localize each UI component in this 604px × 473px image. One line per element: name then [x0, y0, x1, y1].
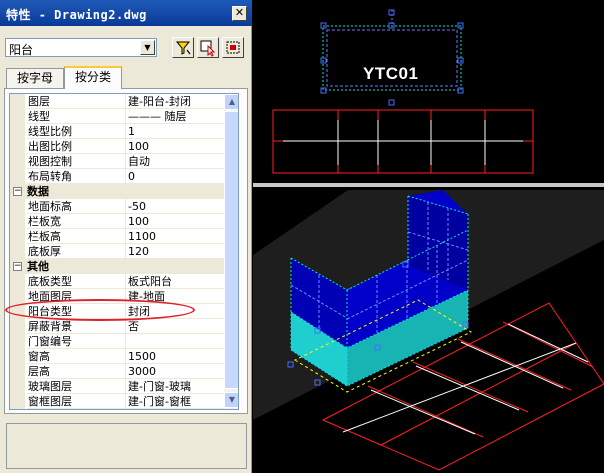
property-name: 屏蔽背景: [27, 319, 125, 334]
description-pane: [6, 423, 247, 469]
property-value[interactable]: 建-门窗-玻璃: [125, 379, 224, 394]
property-name: 窗高: [27, 349, 125, 364]
property-name: 线型: [27, 109, 125, 124]
property-name: 出图比例: [27, 139, 125, 154]
property-value[interactable]: ——— 随层: [125, 109, 224, 124]
property-row[interactable]: 玻璃图层 建-门窗-玻璃: [10, 379, 224, 394]
property-name: 布局转角: [27, 169, 125, 184]
scroll-up-icon[interactable]: ▲: [224, 94, 238, 110]
title-bar[interactable]: 特性 - Drawing2.dwg ✕: [0, 0, 252, 26]
property-name: 阳台类型: [27, 304, 125, 319]
property-row[interactable]: 门窗编号: [10, 334, 224, 349]
property-row[interactable]: 线型比例 1: [10, 124, 224, 139]
tab-alphabetic[interactable]: 按字母: [6, 68, 64, 88]
property-name: 栏板宽: [27, 214, 125, 229]
property-value[interactable]: 3000: [125, 364, 224, 379]
properties-palette: 特性 - Drawing2.dwg ✕ 阳台 ▼ 按字母 按分类 图层 建-阳台-…: [0, 0, 252, 473]
tab-categorized[interactable]: 按分类: [64, 66, 122, 89]
property-value[interactable]: 1500: [125, 349, 224, 364]
property-name: 窗框图层: [27, 394, 125, 409]
property-value[interactable]: 0: [125, 169, 224, 184]
drawing-canvas: [253, 9, 604, 473]
property-row[interactable]: 视图控制 自动: [10, 154, 224, 169]
property-row[interactable]: 栏板宽 100: [10, 214, 224, 229]
property-name: 线型比例: [27, 124, 125, 139]
property-name: 层高: [27, 364, 125, 379]
property-name: 底板厚: [27, 244, 125, 259]
property-value[interactable]: 封闭: [125, 304, 224, 319]
select-objects-button[interactable]: [222, 37, 244, 58]
collapse-icon[interactable]: −: [13, 187, 22, 196]
property-value[interactable]: 120: [125, 244, 224, 259]
property-value[interactable]: -50: [125, 199, 224, 214]
property-value[interactable]: 100: [125, 139, 224, 154]
dropdown-arrow-icon[interactable]: ▼: [140, 40, 155, 55]
property-row[interactable]: 层高 3000: [10, 364, 224, 379]
category-label: 其他: [27, 260, 49, 273]
property-row[interactable]: 底板厚 120: [10, 244, 224, 259]
pick-add-icon: [200, 40, 216, 57]
object-type-value: 阳台: [9, 43, 34, 57]
property-row[interactable]: 地面标高 -50: [10, 199, 224, 214]
property-value[interactable]: 建-地面: [125, 289, 224, 304]
property-grid: 图层 建-阳台-封闭 线型 ——— 随层 线型比例 1 出图比例 100 视图控制 自动 …: [9, 93, 239, 410]
property-value[interactable]: 建-门窗-窗框: [125, 394, 224, 409]
select-objects-icon: [226, 41, 240, 54]
property-row-balcony-type[interactable]: 阳台类型 封闭: [10, 304, 224, 319]
drawing-viewport[interactable]: YTC01: [253, 0, 604, 473]
window-title: 特性 - Drawing2.dwg: [6, 8, 147, 22]
scroll-down-icon[interactable]: ▼: [224, 392, 238, 408]
property-value[interactable]: 建-阳台-封闭: [125, 94, 224, 109]
property-value[interactable]: 板式阳台: [125, 274, 224, 289]
category-header-data[interactable]: − 数据: [10, 184, 224, 199]
property-value[interactable]: 自动: [125, 154, 224, 169]
property-name: 视图控制: [27, 154, 125, 169]
close-button[interactable]: ✕: [232, 6, 247, 21]
property-name: 栏板高: [27, 229, 125, 244]
plan-view: [272, 9, 534, 174]
property-value[interactable]: 1100: [125, 229, 224, 244]
property-name: 地面图层: [27, 289, 125, 304]
property-value[interactable]: 1: [125, 124, 224, 139]
property-value[interactable]: 100: [125, 214, 224, 229]
property-row[interactable]: 窗框图层 建-门窗-窗框: [10, 394, 224, 409]
property-value[interactable]: [125, 334, 224, 349]
property-name: 图层: [27, 94, 125, 109]
balcony-tag-label: YTC01: [363, 64, 419, 83]
quick-select-button[interactable]: [172, 37, 194, 58]
property-name: 底板类型: [27, 274, 125, 289]
property-row[interactable]: 底板类型 板式阳台: [10, 274, 224, 289]
property-row[interactable]: 窗高 1500: [10, 349, 224, 364]
property-row[interactable]: 出图比例 100: [10, 139, 224, 154]
vertical-scrollbar[interactable]: ▲ ▼: [224, 94, 238, 409]
category-label: 数据: [27, 185, 49, 198]
property-name: 玻璃图层: [27, 379, 125, 394]
property-row[interactable]: 线型 ——— 随层: [10, 109, 224, 124]
property-name: 门窗编号: [27, 334, 125, 349]
object-type-dropdown[interactable]: 阳台 ▼: [5, 38, 157, 57]
property-name: 地面标高: [27, 199, 125, 214]
property-row[interactable]: 地面图层 建-地面: [10, 289, 224, 304]
property-row[interactable]: 栏板高 1100: [10, 229, 224, 244]
collapse-icon[interactable]: −: [13, 262, 22, 271]
quick-select-icon: [175, 41, 191, 55]
scroll-thumb[interactable]: [224, 111, 238, 389]
pick-add-button[interactable]: [197, 37, 219, 58]
property-value[interactable]: 否: [125, 319, 224, 334]
category-header-other[interactable]: − 其他: [10, 259, 224, 274]
property-row[interactable]: 屏蔽背景否: [10, 319, 224, 334]
property-row[interactable]: 布局转角 0: [10, 169, 224, 184]
property-row[interactable]: 图层 建-阳台-封闭: [10, 94, 224, 109]
